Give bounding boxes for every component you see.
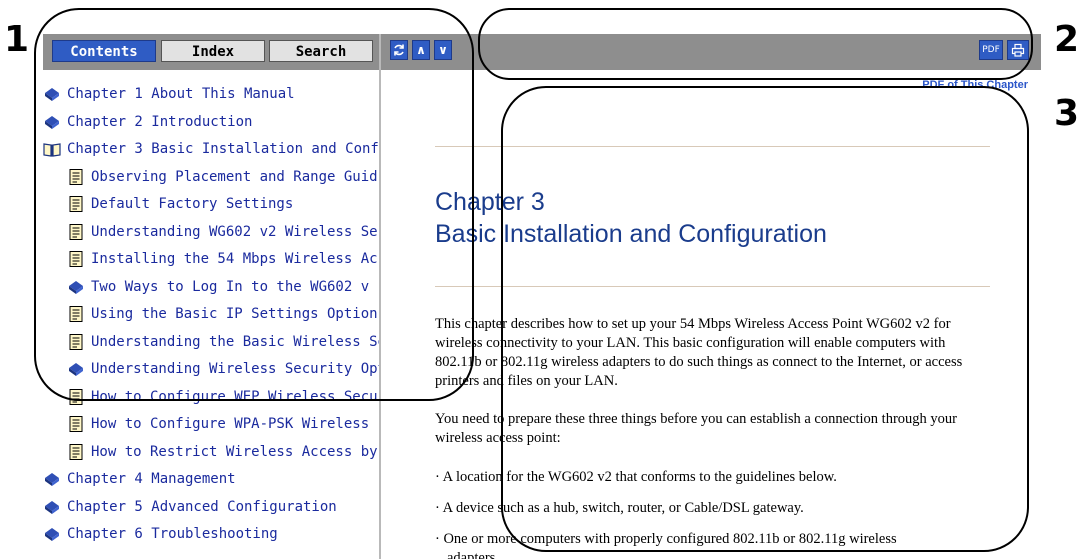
content-toolbar: ∧ ∨ PDF (381, 34, 1041, 70)
book-icon (43, 498, 61, 516)
book-icon (43, 113, 61, 131)
page-icon (67, 168, 85, 186)
toc-item[interactable]: How to Configure WEP Wireless Secu (67, 385, 378, 409)
sync-icon (394, 44, 404, 56)
chapter-title: Chapter 3 Basic Installation and Configu… (435, 186, 827, 250)
page-icon (67, 443, 85, 461)
toc-item[interactable]: Observing Placement and Range Guid (67, 165, 378, 189)
toc-item[interactable]: Understanding Wireless Security Opti (67, 357, 381, 381)
toc-item[interactable]: Chapter 1 About This Manual (43, 82, 295, 106)
book-icon (43, 85, 61, 103)
page-icon (67, 305, 85, 323)
callout-number-1: 1 (4, 19, 30, 60)
next-topic-button[interactable]: ∨ (434, 40, 452, 60)
toc-item[interactable]: Two Ways to Log In to the WG602 v (67, 275, 369, 299)
navigation-pane: Contents Index Search Chapter 1 About Th… (43, 34, 381, 559)
toc-item-label: Understanding the Basic Wireless Set (91, 333, 381, 350)
callout-number-3: 3 (1054, 93, 1080, 134)
toc-item-label: Chapter 4 Management (67, 471, 236, 487)
toc-item[interactable]: How to Configure WPA-PSK Wireless (67, 412, 369, 436)
book-icon (43, 525, 61, 543)
toc-item-label: Chapter 6 Troubleshooting (67, 526, 278, 542)
toc-item-label: Chapter 1 About This Manual (67, 86, 295, 102)
list-item: · A device such as a hub, switch, router… (435, 500, 804, 516)
page-icon (67, 250, 85, 268)
nav-tab-bar: Contents Index Search (43, 34, 379, 70)
toc-item[interactable]: Understanding the Basic Wireless Set (67, 330, 381, 354)
toc-item-label: Default Factory Settings (91, 196, 294, 212)
toc-item-label: Installing the 54 Mbps Wireless Acce: (91, 251, 381, 267)
toc-item[interactable]: Default Factory Settings (67, 192, 293, 216)
toc-item-label: How to Restrict Wireless Access by N (91, 443, 381, 460)
toc-item-label: How to Configure WPA-PSK Wireless (91, 416, 370, 432)
pdf-button[interactable]: PDF (979, 40, 1003, 60)
tab-index[interactable]: Index (161, 40, 265, 62)
topic-content: PDF of This Chapter Chapter 3 Basic Inst… (381, 70, 1041, 559)
tab-search[interactable]: Search (269, 40, 373, 62)
toc-item[interactable]: Installing the 54 Mbps Wireless Acce: (67, 247, 381, 271)
page-icon (67, 388, 85, 406)
print-button[interactable] (1007, 40, 1029, 60)
divider (435, 286, 990, 287)
page-icon (67, 415, 85, 433)
toc-item[interactable]: How to Restrict Wireless Access by N (67, 440, 381, 464)
toc-item-label: Two Ways to Log In to the WG602 v (91, 278, 370, 295)
toc-item[interactable]: Understanding WG602 v2 Wireless Se (67, 220, 378, 244)
previous-topic-button[interactable]: ∧ (412, 40, 430, 60)
list-item-continued: adapters. (447, 550, 499, 559)
toc-item[interactable]: Chapter 5 Advanced Configuration (43, 495, 337, 519)
book-icon (67, 360, 85, 378)
pdf-icon: PDF (982, 45, 1000, 55)
toc-item[interactable]: Chapter 3 Basic Installation and Configu… (43, 137, 381, 161)
chapter-number: Chapter 3 (435, 188, 545, 216)
tab-contents[interactable]: Contents (52, 40, 156, 62)
toc-item[interactable]: Using the Basic IP Settings Options (67, 302, 381, 326)
toc-item-label: Understanding WG602 v2 Wireless Se (91, 223, 378, 240)
book-icon (43, 470, 61, 488)
toc-item-label: Observing Placement and Range Guid (91, 168, 378, 185)
toc-item-label: Understanding Wireless Security Opti (91, 361, 381, 377)
chevron-down-icon: ∨ (438, 43, 448, 57)
pdf-of-chapter-link[interactable]: PDF of This Chapter (922, 79, 1028, 91)
toc-item[interactable]: Chapter 4 Management (43, 467, 236, 491)
toc-item-label: Using the Basic IP Settings Options (91, 306, 381, 322)
toc-item-label: How to Configure WEP Wireless Secu (91, 388, 378, 405)
divider (435, 146, 990, 147)
toc-item[interactable]: Chapter 2 Introduction (43, 110, 252, 134)
intro-paragraph: This chapter describes how to set up you… (435, 316, 963, 389)
page-icon (67, 195, 85, 213)
chapter-name: Basic Installation and Configuration (435, 220, 827, 248)
callout-number-2: 2 (1054, 19, 1080, 60)
toc-item-label: Chapter 2 Introduction (67, 113, 253, 130)
print-icon (1011, 43, 1025, 57)
list-item: · One or more computers with properly co… (435, 531, 897, 547)
list-item: · A location for the WG602 v2 that confo… (435, 469, 837, 485)
toc-item[interactable]: Chapter 6 Troubleshooting (43, 522, 278, 546)
page-icon (67, 223, 85, 241)
sync-toc-button[interactable] (390, 40, 408, 60)
prep-paragraph: You need to prepare these three things b… (435, 411, 957, 446)
page-icon (67, 333, 85, 351)
book-icon (67, 278, 85, 296)
toc-item-label: Chapter 5 Advanced Configuration (67, 498, 337, 515)
chevron-up-icon: ∧ (416, 43, 426, 57)
toc-item-label: Chapter 3 Basic Installation and Configu… (67, 141, 381, 157)
open-book-icon (43, 140, 61, 158)
